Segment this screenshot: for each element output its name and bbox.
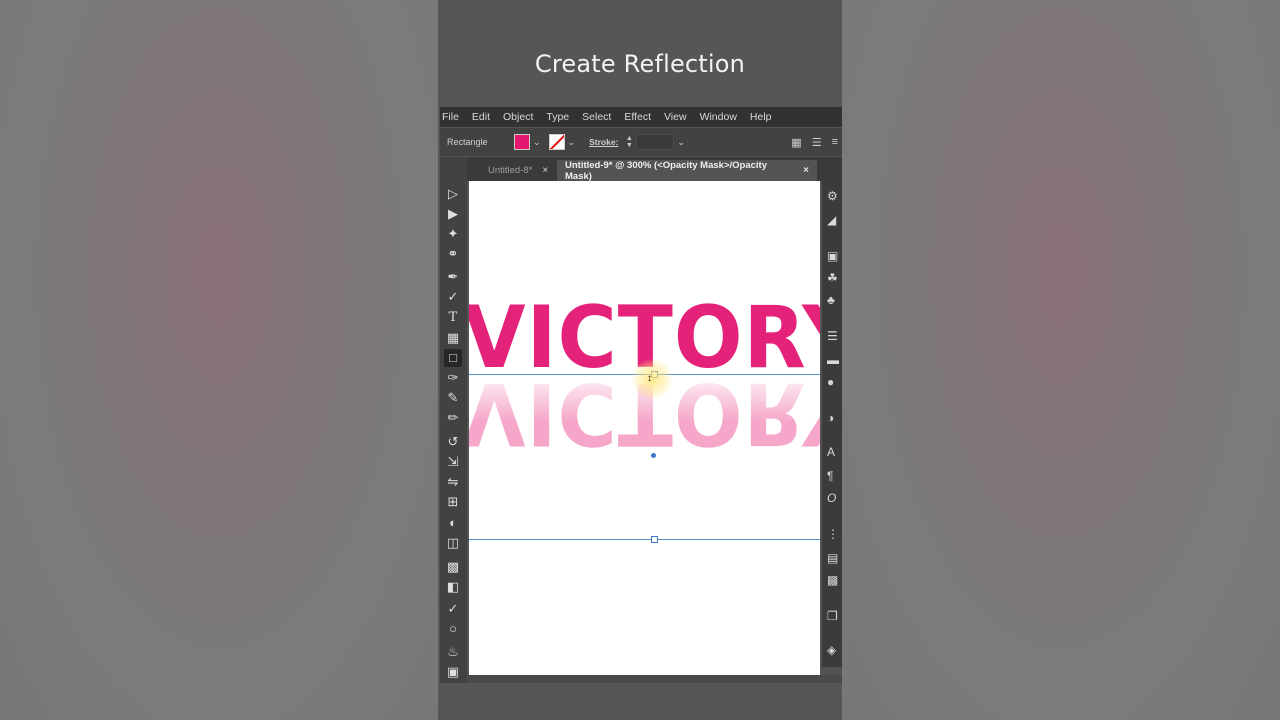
opentype-panel-icon[interactable]: O xyxy=(827,491,841,505)
options-menu-icon[interactable]: ≡ xyxy=(832,136,838,149)
tab-untitled-9[interactable]: Untitled-9* @ 300% (<Opacity Mask>/Opaci… xyxy=(557,159,817,182)
width-tool-icon[interactable]: ⇋ xyxy=(444,473,462,491)
selection-tool-icon[interactable]: ▷ xyxy=(444,185,462,203)
pathfinder-panel-icon[interactable]: ▤ xyxy=(827,551,841,565)
paragraph-panel-icon[interactable]: ¶ xyxy=(827,469,841,483)
paintbrush-tool-icon[interactable]: ✑ xyxy=(444,369,462,387)
tools-panel: ▷ ▶ ✦ ⚭ ✒ ✓ T ▦ □ ✑ ✎ ✏ ↺ ⇲ ⇋ ⊞ ◐ ◫ ▩ ◧ … xyxy=(440,157,467,683)
blurred-background-right xyxy=(842,0,1280,720)
grid-tool-icon[interactable]: ▦ xyxy=(444,329,462,347)
bottom-center-handle[interactable] xyxy=(651,536,658,543)
character-panel-icon[interactable]: A xyxy=(827,445,841,459)
magic-wand-tool-icon[interactable]: ✦ xyxy=(444,225,462,243)
menu-file[interactable]: File xyxy=(440,111,459,123)
menu-select[interactable]: Select xyxy=(582,111,611,123)
menu-effect[interactable]: Effect xyxy=(624,111,651,123)
transform-icon[interactable]: ☰ xyxy=(812,136,822,149)
mesh-tool-icon[interactable]: ▩ xyxy=(444,558,462,576)
properties-panel-icon[interactable]: ⚙ xyxy=(827,189,841,203)
blurred-background-left xyxy=(0,0,438,720)
panel-dock: ⚙ ◢ ▣ ☘ ♣ ☰ ▬ ● ◑ A ¶ O ⋮ ▤ ▩ ❐ ◈ xyxy=(822,181,842,667)
layers-stack-icon[interactable]: ◈ xyxy=(827,643,841,657)
menu-object[interactable]: Object xyxy=(503,111,533,123)
type-tool-icon[interactable]: T xyxy=(444,309,462,327)
appearance-panel-icon[interactable]: ● xyxy=(827,375,841,389)
libraries-panel-icon[interactable]: ▣ xyxy=(827,249,841,263)
symbols-panel-icon[interactable]: ♣ xyxy=(827,293,841,307)
perspective-grid-tool-icon[interactable]: ◫ xyxy=(444,534,462,552)
cursor-highlight xyxy=(632,359,672,399)
menu-window[interactable]: Window xyxy=(700,111,737,123)
document-tabs: Untitled-8* × Untitled-9* @ 300% (<Opaci… xyxy=(440,157,842,182)
brushes-panel-icon[interactable]: ☘ xyxy=(827,271,841,285)
layers-panel-icon[interactable]: ◢ xyxy=(827,213,841,227)
stroke-weight-stepper[interactable]: ▲ ▼ xyxy=(624,135,634,149)
column-graph-tool-icon[interactable]: ▣ xyxy=(444,663,462,681)
rectangle-tool-icon[interactable]: □ xyxy=(444,349,462,367)
close-icon[interactable]: × xyxy=(803,165,809,176)
stroke-color-swatch[interactable] xyxy=(548,134,565,150)
menu-edit[interactable]: Edit xyxy=(472,111,490,123)
selection-type-label: Rectangle xyxy=(447,137,488,147)
rotate-tool-icon[interactable]: ↺ xyxy=(444,433,462,451)
stroke-panel-icon[interactable]: ☰ xyxy=(827,329,841,343)
close-icon[interactable]: × xyxy=(542,165,548,176)
shape-builder-tool-icon[interactable]: ◐ xyxy=(444,514,462,532)
align-icon[interactable]: ▦ xyxy=(791,136,801,149)
eraser-tool-icon[interactable]: ✏ xyxy=(444,409,462,427)
chevron-down-icon[interactable]: ⌄ xyxy=(677,137,685,148)
lasso-tool-icon[interactable]: ⚭ xyxy=(444,245,462,263)
transform-panel-icon[interactable]: ▩ xyxy=(827,573,841,587)
align-panel-icon[interactable]: ⋮ xyxy=(827,527,841,541)
direct-selection-tool-icon[interactable]: ▶ xyxy=(444,205,462,223)
stroke-label[interactable]: Stroke: xyxy=(589,137,618,147)
curvature-tool-icon[interactable]: ✓ xyxy=(444,288,462,306)
stroke-weight-input[interactable] xyxy=(636,134,675,150)
artboard[interactable]: VICTORY VICTORY ↕ xyxy=(469,181,820,675)
tab-label: Untitled-8* xyxy=(488,165,533,176)
gradient-panel-icon[interactable]: ▬ xyxy=(827,353,841,367)
tab-untitled-8[interactable]: Untitled-8* × xyxy=(480,160,556,181)
blend-tool-icon[interactable]: ○ xyxy=(444,620,462,638)
symbol-sprayer-tool-icon[interactable]: ♨ xyxy=(444,643,462,661)
chevron-down-icon[interactable]: ⌄ xyxy=(533,137,541,148)
menu-bar: File Edit Object Type Select Effect View… xyxy=(440,107,842,127)
tab-label: Untitled-9* @ 300% (<Opacity Mask>/Opaci… xyxy=(565,159,767,182)
fill-color-swatch[interactable] xyxy=(514,134,530,150)
bounding-box-bottom-edge[interactable] xyxy=(469,539,820,540)
gradient-tool-icon[interactable]: ◧ xyxy=(444,578,462,596)
illustrator-window: File Edit Object Type Select Effect View… xyxy=(440,107,842,683)
menu-help[interactable]: Help xyxy=(750,111,772,123)
pen-tool-icon[interactable]: ✒ xyxy=(444,268,462,286)
pencil-tool-icon[interactable]: ✎ xyxy=(444,389,462,407)
eyedropper-tool-icon[interactable]: ✓ xyxy=(444,600,462,618)
video-frame: Create Reflection File Edit Object Type … xyxy=(438,0,842,720)
scale-tool-icon[interactable]: ⇲ xyxy=(444,453,462,471)
center-point[interactable] xyxy=(651,453,656,458)
resize-cursor-icon: ↕ xyxy=(647,373,652,384)
free-transform-tool-icon[interactable]: ⊞ xyxy=(444,493,462,511)
chevron-down-icon[interactable]: ⌄ xyxy=(568,137,576,148)
control-bar: Rectangle ⌄ ⌄ Stroke: ▲ ▼ ⌄ ▦ ☰ ≡ xyxy=(440,128,842,156)
menu-view[interactable]: View xyxy=(664,111,687,123)
menu-type[interactable]: Type xyxy=(546,111,569,123)
status-bar xyxy=(467,675,842,683)
artboards-panel-icon[interactable]: ❐ xyxy=(827,609,841,623)
canvas-area[interactable]: VICTORY VICTORY ↕ xyxy=(467,181,822,683)
video-caption: Create Reflection xyxy=(534,50,746,78)
transparency-panel-icon[interactable]: ◑ xyxy=(827,411,841,425)
